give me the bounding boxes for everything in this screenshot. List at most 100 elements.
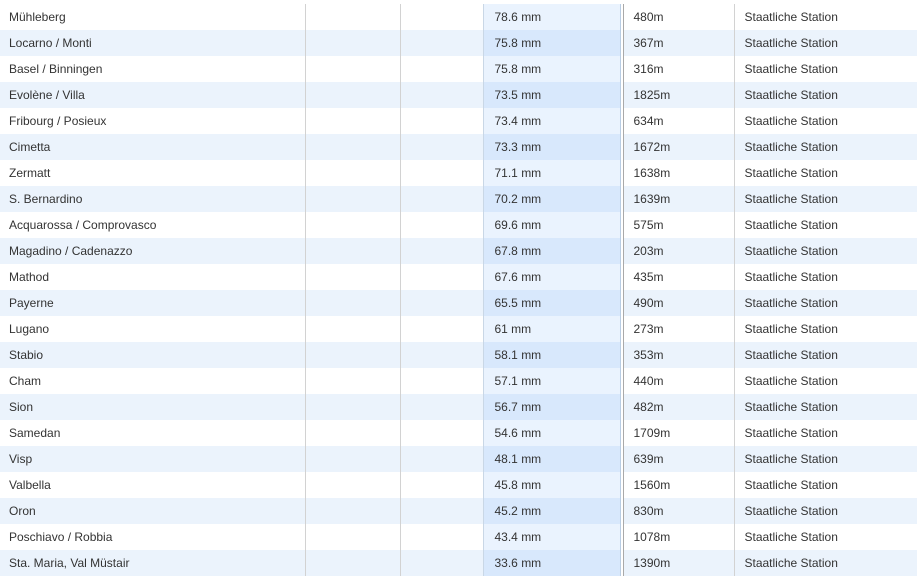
station-name-cell: Oron	[0, 498, 306, 524]
station-type-cell: Staatliche Station	[734, 4, 917, 30]
station-type-cell: Staatliche Station	[734, 134, 917, 160]
rainfall-cell: 56.7 mm	[483, 394, 621, 420]
table-row: Sion 56.7 mm 482m Staatliche Station	[0, 394, 917, 420]
rainfall-cell: 58.1 mm	[483, 342, 621, 368]
rainfall-cell: 73.4 mm	[483, 108, 621, 134]
empty-cell	[305, 238, 401, 264]
station-name-cell: Sta. Maria, Val Müstair	[0, 550, 306, 576]
station-type-cell: Staatliche Station	[734, 316, 917, 342]
table-row: Cham 57.1 mm 440m Staatliche Station	[0, 368, 917, 394]
station-name-cell: Samedan	[0, 420, 306, 446]
station-type-cell: Staatliche Station	[734, 290, 917, 316]
empty-cell	[400, 82, 484, 108]
table-row: Cimetta 73.3 mm 1672m Staatliche Station	[0, 134, 917, 160]
empty-cell	[400, 524, 484, 550]
empty-cell	[400, 368, 484, 394]
table-row: Poschiavo / Robbia 43.4 mm 1078m Staatliche…	[0, 524, 917, 550]
rainfall-cell: 70.2 mm	[483, 186, 621, 212]
station-name-cell: Acquarossa / Comprovasco	[0, 212, 306, 238]
rainfall-cell: 69.6 mm	[483, 212, 621, 238]
station-type-cell: Staatliche Station	[734, 394, 917, 420]
altitude-cell: 353m	[623, 342, 735, 368]
table-row: Evolène / Villa 73.5 mm 1825m Staatliche St…	[0, 82, 917, 108]
altitude-cell: 440m	[623, 368, 735, 394]
empty-cell	[400, 550, 484, 576]
empty-cell	[400, 394, 484, 420]
altitude-cell: 490m	[623, 290, 735, 316]
table-row: Locarno / Monti 75.8 mm 367m Staatliche Sta…	[0, 30, 917, 56]
rainfall-cell: 57.1 mm	[483, 368, 621, 394]
station-name-cell: Magadino / Cadenazzo	[0, 238, 306, 264]
altitude-cell: 203m	[623, 238, 735, 264]
altitude-cell: 830m	[623, 498, 735, 524]
empty-cell	[400, 56, 484, 82]
station-type-cell: Staatliche Station	[734, 472, 917, 498]
station-name-cell: Sion	[0, 394, 306, 420]
empty-cell	[400, 4, 484, 30]
rainfall-cell: 78.6 mm	[483, 4, 621, 30]
rainfall-cell: 71.1 mm	[483, 160, 621, 186]
station-type-cell: Staatliche Station	[734, 212, 917, 238]
altitude-cell: 1639m	[623, 186, 735, 212]
empty-cell	[400, 212, 484, 238]
station-name-cell: Stabio	[0, 342, 306, 368]
empty-cell	[305, 342, 401, 368]
rainfall-cell: 73.3 mm	[483, 134, 621, 160]
altitude-cell: 435m	[623, 264, 735, 290]
station-name-cell: Poschiavo / Robbia	[0, 524, 306, 550]
altitude-cell: 1638m	[623, 160, 735, 186]
empty-cell	[305, 368, 401, 394]
empty-cell	[305, 394, 401, 420]
altitude-cell: 480m	[623, 4, 735, 30]
station-type-cell: Staatliche Station	[734, 342, 917, 368]
station-type-cell: Staatliche Station	[734, 30, 917, 56]
empty-cell	[305, 82, 401, 108]
altitude-cell: 367m	[623, 30, 735, 56]
empty-cell	[305, 30, 401, 56]
rainfall-cell: 43.4 mm	[483, 524, 621, 550]
rainfall-cell: 48.1 mm	[483, 446, 621, 472]
altitude-cell: 1390m	[623, 550, 735, 576]
table-row: Mühleberg 78.6 mm 480m Staatliche Station	[0, 4, 917, 30]
empty-cell	[400, 238, 484, 264]
empty-cell	[305, 550, 401, 576]
altitude-cell: 273m	[623, 316, 735, 342]
rainfall-cell: 45.8 mm	[483, 472, 621, 498]
rainfall-cell: 67.6 mm	[483, 264, 621, 290]
empty-cell	[400, 342, 484, 368]
table-row: Samedan 54.6 mm 1709m Staatliche Station	[0, 420, 917, 446]
station-name-cell: Visp	[0, 446, 306, 472]
empty-cell	[305, 446, 401, 472]
station-type-cell: Staatliche Station	[734, 238, 917, 264]
station-type-cell: Staatliche Station	[734, 446, 917, 472]
station-type-cell: Staatliche Station	[734, 524, 917, 550]
station-name-cell: Locarno / Monti	[0, 30, 306, 56]
altitude-cell: 1709m	[623, 420, 735, 446]
table-row: Mathod 67.6 mm 435m Staatliche Station	[0, 264, 917, 290]
empty-cell	[305, 472, 401, 498]
station-name-cell: Cimetta	[0, 134, 306, 160]
rainfall-cell: 54.6 mm	[483, 420, 621, 446]
rainfall-cell: 73.5 mm	[483, 82, 621, 108]
empty-cell	[400, 264, 484, 290]
empty-cell	[400, 30, 484, 56]
altitude-cell: 482m	[623, 394, 735, 420]
station-name-cell: Mühleberg	[0, 4, 306, 30]
empty-cell	[305, 134, 401, 160]
altitude-cell: 639m	[623, 446, 735, 472]
empty-cell	[305, 212, 401, 238]
table-row: Sta. Maria, Val Müstair 33.6 mm 1390m Staat…	[0, 550, 917, 576]
station-name-cell: Payerne	[0, 290, 306, 316]
table-body: Mühleberg 78.6 mm 480m Staatliche Station Lo…	[0, 4, 917, 576]
empty-cell	[400, 186, 484, 212]
table-row: Magadino / Cadenazzo 67.8 mm 203m Staatlich…	[0, 238, 917, 264]
altitude-cell: 634m	[623, 108, 735, 134]
empty-cell	[305, 160, 401, 186]
altitude-cell: 1672m	[623, 134, 735, 160]
empty-cell	[305, 4, 401, 30]
station-type-cell: Staatliche Station	[734, 550, 917, 576]
table-row: Zermatt 71.1 mm 1638m Staatliche Station	[0, 160, 917, 186]
empty-cell	[305, 108, 401, 134]
station-type-cell: Staatliche Station	[734, 186, 917, 212]
table-row: S. Bernardino 70.2 mm 1639m Staatliche Stat…	[0, 186, 917, 212]
